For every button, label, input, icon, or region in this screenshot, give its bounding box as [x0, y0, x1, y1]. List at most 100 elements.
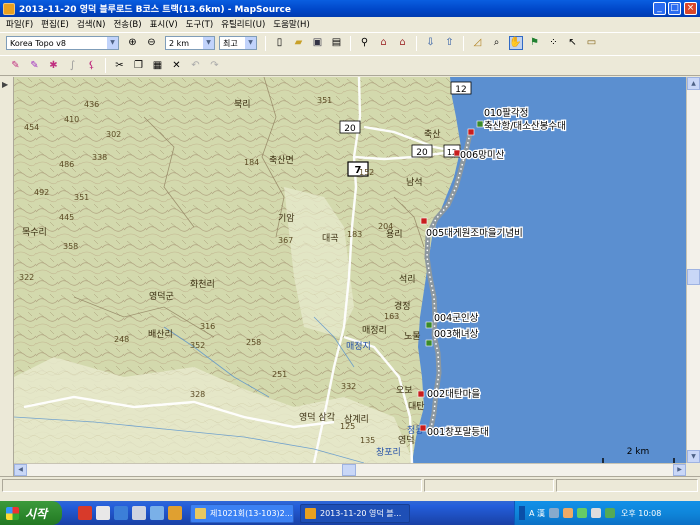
redo-icon[interactable]: ↷	[208, 59, 222, 73]
status-bar	[0, 476, 700, 493]
menu-edit[interactable]: 편집(E)	[37, 18, 73, 30]
expand-arrow-icon[interactable]: ▶	[2, 80, 8, 89]
scroll-down-icon[interactable]: ▼	[687, 450, 700, 463]
flag-icon[interactable]	[420, 217, 428, 225]
waypoint-label[interactable]: 002대탄마을	[426, 388, 482, 402]
elevation: 152	[359, 168, 374, 177]
waypoint-label[interactable]: 축산항/대소산봉수대	[483, 120, 567, 134]
find-icon[interactable]: ⚲	[358, 36, 372, 50]
close-button[interactable]: ×	[684, 2, 697, 15]
undo-icon[interactable]: ↶	[189, 59, 203, 73]
delete-icon[interactable]: ✕	[170, 59, 184, 73]
track-edit-icon[interactable]: ✎	[9, 59, 23, 73]
quicklaunch-app-icon[interactable]	[168, 506, 182, 520]
vertical-scrollbar[interactable]: ▲ ▼	[686, 77, 700, 463]
waypoint-label[interactable]: 005대게원조마을기념비	[425, 227, 524, 241]
network-icon[interactable]	[605, 508, 616, 518]
ime-indicator[interactable]: A 漢	[529, 508, 545, 519]
taskbar-button[interactable]: 제1021회(13-103)2...	[190, 503, 294, 523]
zoom-in-icon[interactable]: ⊕	[126, 36, 140, 50]
zoom-out-icon[interactable]: ⊖	[145, 36, 159, 50]
waypoint-label[interactable]: 006망미산	[459, 149, 506, 163]
zoom-scale-select[interactable]: 2 km ▼	[165, 36, 215, 50]
map-view[interactable]: 7 20 20 12 12 축산면 기암 영덕군 화천리 매정리 매정지 노물 …	[14, 77, 686, 463]
flag-icon[interactable]	[476, 120, 484, 128]
horizontal-scrollbar[interactable]: ◀ ▶	[14, 463, 686, 476]
quicklaunch-app-icon[interactable]	[96, 506, 110, 520]
place-name: 축산면	[269, 155, 294, 166]
new-icon[interactable]: ▯	[273, 36, 287, 50]
quicklaunch-app-icon[interactable]	[150, 506, 164, 520]
hand-tool-icon[interactable]: ✋	[508, 36, 523, 50]
open-icon[interactable]: ▰	[292, 36, 306, 50]
waypoint-label[interactable]: 001창포말등대	[426, 425, 490, 440]
place-name: 배산리	[148, 329, 173, 340]
system-tray: A 漢 오후 10:08	[514, 501, 700, 525]
title-bar[interactable]: 2013-11-20 영덕 블루로드 B코스 트랙(13.6km) - MapS…	[0, 0, 700, 17]
volume-icon[interactable]	[591, 508, 602, 518]
elevation: 338	[92, 153, 107, 162]
zoom-tool-icon[interactable]: ⌕	[490, 36, 504, 50]
side-panel-handle[interactable]: ▶	[0, 77, 14, 476]
map-product-select[interactable]: Korea Topo v8 ▼	[6, 36, 119, 50]
place-name: 오보	[396, 385, 413, 396]
find-nearest-icon[interactable]: ⌂	[396, 36, 410, 50]
pointer-tool-icon[interactable]: ↖	[566, 36, 580, 50]
quicklaunch-app-icon[interactable]	[78, 506, 92, 520]
waypoint-label[interactable]: 003해녀상	[433, 327, 480, 342]
cut-icon[interactable]: ✂	[113, 59, 127, 73]
quicklaunch-app-icon[interactable]	[132, 506, 146, 520]
print-icon[interactable]: ▤	[330, 36, 344, 50]
paste-icon[interactable]: ▦	[151, 59, 165, 73]
scroll-up-icon[interactable]: ▲	[687, 77, 700, 90]
waypoint-tool-icon[interactable]: ⚑	[528, 36, 542, 50]
start-button[interactable]: 시작	[0, 501, 62, 525]
scroll-thumb[interactable]	[342, 464, 356, 476]
menu-help[interactable]: 도움말(H)	[269, 18, 313, 30]
menu-utilities[interactable]: 유틸리티(U)	[217, 18, 269, 30]
waypoint-label[interactable]: 010팔각정	[483, 106, 530, 121]
menu-view[interactable]: 표시(V)	[146, 18, 182, 30]
maximize-button[interactable]: □	[668, 2, 681, 15]
taskbar-button-active[interactable]: 2013-11-20 영덕 블...	[300, 503, 410, 523]
scroll-left-icon[interactable]: ◀	[14, 464, 27, 476]
receive-icon[interactable]: ⇩	[424, 36, 438, 50]
select-tool-icon[interactable]: ◿	[471, 36, 485, 50]
scroll-thumb[interactable]	[687, 269, 700, 285]
taskbar-button-label: 2013-11-20 영덕 블...	[320, 508, 402, 518]
tray-app-icon[interactable]	[563, 508, 574, 518]
waypoint-label[interactable]: 004군인상	[433, 312, 480, 326]
status-cell	[2, 479, 422, 492]
flag-icon[interactable]	[425, 339, 433, 347]
detail-level-select[interactable]: 최고 ▼	[219, 36, 257, 50]
waypoint-edit-icon[interactable]: ✱	[47, 59, 61, 73]
menu-file[interactable]: 파일(F)	[2, 18, 37, 30]
elevation: 316	[200, 322, 215, 331]
draw-icon[interactable]: ∫	[66, 59, 80, 73]
map-canvas[interactable]: 7 20 20 12 12 축산면 기암 영덕군 화천리 매정리 매정지 노물 …	[14, 77, 686, 463]
send-icon[interactable]: ⇧	[443, 36, 457, 50]
browser-icon[interactable]	[114, 506, 128, 520]
flag-icon[interactable]	[417, 390, 425, 398]
menu-transfer[interactable]: 전송(B)	[109, 18, 145, 30]
tray-app-icon[interactable]	[549, 508, 560, 518]
menu-find[interactable]: 검색(N)	[73, 18, 110, 30]
measure-tool-icon[interactable]: ▭	[585, 36, 599, 50]
minimize-button[interactable]: _	[653, 2, 666, 15]
filter-icon[interactable]: ⚸	[85, 59, 99, 73]
flag-icon[interactable]	[425, 321, 433, 329]
copy-icon[interactable]: ❐	[132, 59, 146, 73]
shield-label: 20	[416, 148, 428, 158]
find-address-icon[interactable]: ⌂	[377, 36, 391, 50]
shield-label: 20	[344, 124, 356, 134]
route-edit-icon[interactable]: ✎	[28, 59, 42, 73]
tray-app-icon[interactable]	[577, 508, 588, 518]
route-tool-icon[interactable]: ⁘	[547, 36, 561, 50]
menu-tools[interactable]: 도구(T)	[182, 18, 217, 30]
save-icon[interactable]: ▣	[311, 36, 325, 50]
place-name: 영덕군	[149, 291, 174, 302]
flag-icon[interactable]	[419, 424, 427, 432]
flag-icon[interactable]	[467, 128, 475, 136]
clock[interactable]: 오후 10:08	[621, 508, 661, 519]
scroll-right-icon[interactable]: ▶	[673, 464, 686, 476]
